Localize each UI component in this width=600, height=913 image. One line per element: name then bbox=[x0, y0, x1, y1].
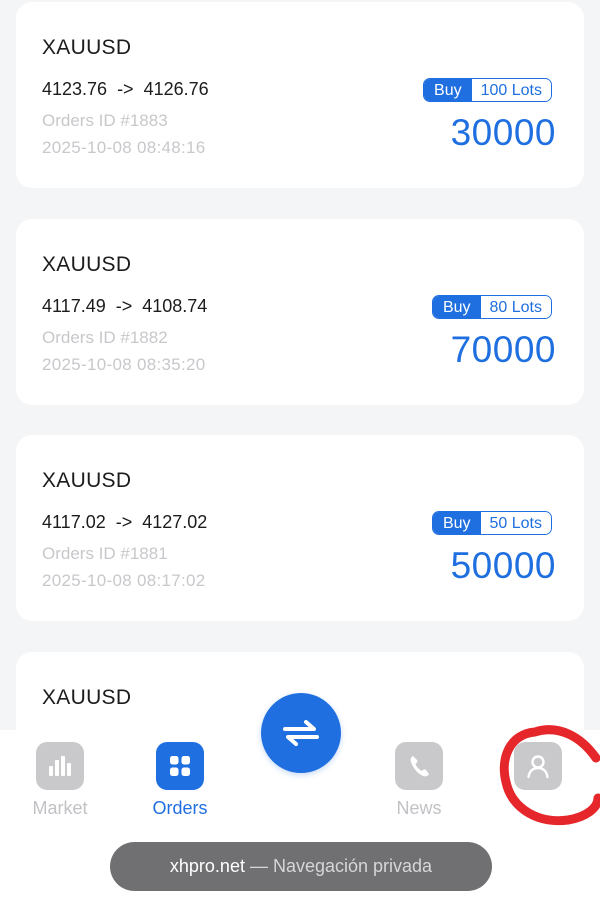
order-side: Buy bbox=[424, 79, 472, 101]
order-time: 2025-10-08 08:48:16 bbox=[42, 138, 206, 157]
order-prices: 4117.02 -> 4127.02 bbox=[42, 512, 208, 532]
order-id: Orders ID #1883 bbox=[42, 111, 168, 130]
browser-address-pill[interactable]: xhpro.net — Navegación privada bbox=[110, 842, 492, 891]
order-card[interactable]: XAUUSD 4117.02 -> 4127.02 Orders ID #188… bbox=[16, 435, 584, 621]
order-id: Orders ID #1882 bbox=[42, 328, 168, 347]
tab-news[interactable]: News bbox=[369, 742, 469, 819]
bar-chart-icon bbox=[36, 742, 84, 790]
order-prices: 4123.76 -> 4126.76 bbox=[42, 79, 209, 99]
order-amount: 30000 bbox=[450, 112, 556, 153]
swap-arrows-icon bbox=[283, 720, 319, 746]
order-side-badge: Buy 80 Lots bbox=[431, 295, 552, 319]
order-side-badge: Buy 100 Lots bbox=[423, 78, 552, 102]
tab-orders-label: Orders bbox=[152, 798, 208, 818]
orders-list: XAUUSD 4123.76 -> 4126.76 Orders ID #188… bbox=[0, 0, 600, 730]
tab-news-label: News bbox=[396, 798, 442, 818]
order-id: Orders ID #1881 bbox=[42, 544, 168, 563]
order-symbol: XAUUSD bbox=[42, 36, 132, 59]
order-card[interactable]: XAUUSD 4123.76 -> 4126.76 Orders ID #188… bbox=[16, 2, 584, 188]
browser-private-mode: — Navegación privada bbox=[244, 856, 433, 876]
order-amount: 70000 bbox=[450, 329, 556, 370]
order-lots: 80 Lots bbox=[480, 296, 551, 318]
order-symbol: XAUUSD bbox=[42, 253, 132, 276]
trade-fab-button[interactable] bbox=[261, 693, 341, 773]
order-card[interactable]: XAUUSD 4117.49 -> 4108.74 Orders ID #188… bbox=[16, 219, 584, 405]
browser-domain: xhpro.net bbox=[169, 856, 245, 876]
order-side: Buy bbox=[432, 512, 481, 534]
order-symbol: XAUUSD bbox=[42, 469, 132, 492]
order-amount: 50000 bbox=[450, 545, 556, 586]
order-prices: 4117.49 -> 4108.74 bbox=[42, 296, 208, 316]
order-side: Buy bbox=[432, 296, 481, 318]
order-time: 2025-10-08 08:35:20 bbox=[42, 355, 206, 374]
phone-icon bbox=[395, 742, 443, 790]
order-lots: 100 Lots bbox=[471, 79, 551, 101]
tab-market-label: Market bbox=[32, 798, 88, 818]
tab-market[interactable]: Market bbox=[10, 742, 110, 819]
user-icon bbox=[514, 742, 562, 790]
order-side-badge: Buy 50 Lots bbox=[431, 511, 552, 535]
tab-profile[interactable] bbox=[488, 742, 588, 798]
tab-orders[interactable]: Orders bbox=[130, 742, 230, 819]
order-time: 2025-10-08 08:17:02 bbox=[42, 571, 206, 590]
order-symbol: XAUUSD bbox=[42, 686, 132, 709]
grid-icon bbox=[156, 742, 204, 790]
order-lots: 50 Lots bbox=[480, 512, 551, 534]
